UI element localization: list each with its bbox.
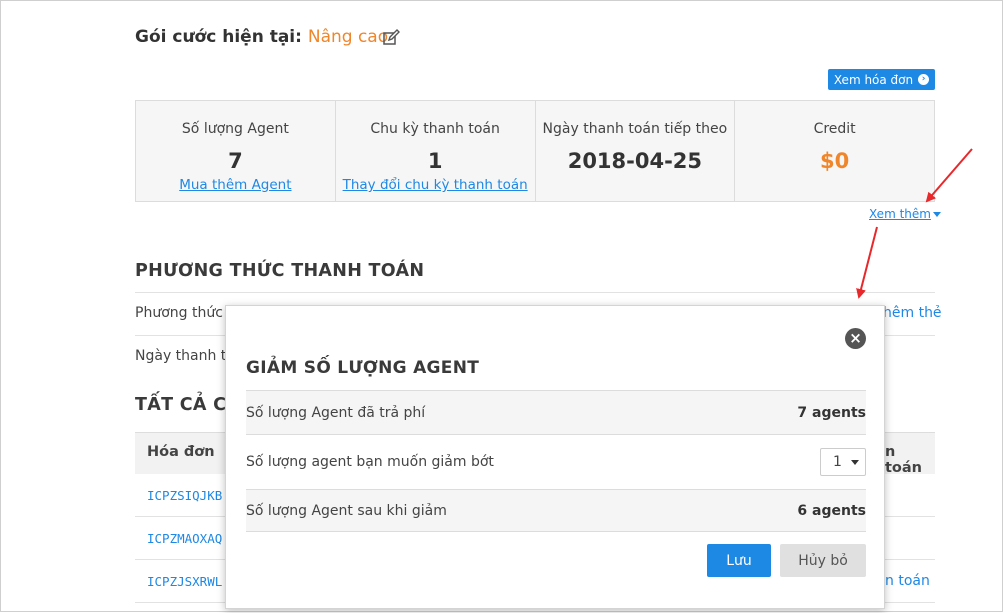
- stat-billing-cycle: Chu kỳ thanh toán 1 Thay đổi chu kỳ than…: [336, 101, 536, 201]
- caret-down-icon: [932, 212, 941, 217]
- save-button[interactable]: Lưu: [707, 544, 771, 577]
- payment-method-label: Phương thức t: [135, 305, 233, 321]
- invoice-payment-link[interactable]: n toán: [885, 573, 930, 589]
- column-header-payment: n toán: [885, 444, 923, 476]
- stat-value: $0: [820, 149, 850, 173]
- invoice-row-link[interactable]: ICPZJSXRWL: [147, 574, 222, 589]
- paid-agents-row: Số lượng Agent đã trả phí 7 agents: [246, 390, 866, 434]
- arrow-right-circle-icon: ›: [918, 74, 930, 85]
- modal-title: GIẢM SỐ LƯỢNG AGENT: [246, 358, 480, 378]
- buy-more-agents-link[interactable]: Mua thêm Agent: [136, 177, 335, 193]
- close-icon[interactable]: ×: [845, 328, 866, 349]
- view-invoice-label: Xem hóa đơn: [833, 72, 914, 87]
- reduce-agents-selected-value: 1: [833, 454, 842, 470]
- payment-date-label: Ngày thanh tơ: [135, 348, 235, 364]
- add-card-link[interactable]: hêm thẻ: [883, 305, 942, 321]
- current-plan-value: Nâng cao: [307, 27, 389, 47]
- stat-label: Credit: [813, 121, 856, 137]
- invoice-row-link[interactable]: ICPZSIQJKB: [147, 488, 222, 503]
- stat-value: 2018-04-25: [567, 149, 703, 173]
- stat-value: 1: [427, 149, 443, 173]
- edit-icon[interactable]: [382, 29, 400, 47]
- stat-credit: Credit $0: [735, 101, 934, 201]
- change-billing-cycle-link[interactable]: Thay đổi chu kỳ thanh toán: [336, 177, 535, 193]
- after-reduction-value: 6 agents: [797, 502, 866, 519]
- chevron-down-icon: [851, 459, 859, 465]
- paid-agents-label: Số lượng Agent đã trả phí: [246, 404, 426, 421]
- invoice-row-link[interactable]: ICPZMAOXAQ: [147, 531, 222, 546]
- reduce-agents-label: Số lượng agent bạn muốn giảm bớt: [246, 454, 494, 470]
- reduce-agents-select[interactable]: 1: [820, 448, 866, 476]
- reduce-agents-modal: × GIẢM SỐ LƯỢNG AGENT Số lượng Agent đã …: [225, 305, 885, 609]
- see-more-link[interactable]: Xem thêm: [869, 207, 941, 221]
- stat-agents: Số lượng Agent 7 Mua thêm Agent: [136, 101, 336, 201]
- current-plan-heading: Gói cước hiện tại: Nâng cao: [135, 27, 388, 47]
- see-more-label: Xem thêm: [869, 207, 931, 221]
- payment-method-heading: PHƯƠNG THỨC THANH TOÁN: [135, 261, 425, 281]
- cancel-button[interactable]: Hủy bỏ: [780, 544, 866, 577]
- divider: [135, 292, 935, 293]
- current-plan-label: Gói cước hiện tại:: [135, 27, 302, 47]
- after-reduction-row: Số lượng Agent sau khi giảm 6 agents: [246, 489, 866, 532]
- column-header-invoice: Hóa đơn: [147, 444, 215, 460]
- reduce-agents-row: Số lượng agent bạn muốn giảm bớt 1: [246, 434, 866, 489]
- paid-agents-value: 7 agents: [797, 404, 866, 421]
- stat-label: Ngày thanh toán tiếp theo: [542, 121, 728, 137]
- arrow-to-modal: [856, 226, 878, 299]
- stat-label: Số lượng Agent: [181, 121, 289, 137]
- view-invoice-button[interactable]: Xem hóa đơn ›: [828, 69, 935, 90]
- subscription-stats: Số lượng Agent 7 Mua thêm Agent Chu kỳ t…: [135, 100, 935, 202]
- stat-value: 7: [228, 149, 243, 173]
- stat-label: Chu kỳ thanh toán: [370, 121, 500, 137]
- stat-next-payment-date: Ngày thanh toán tiếp theo 2018-04-25: [536, 101, 736, 201]
- after-reduction-label: Số lượng Agent sau khi giảm: [246, 502, 447, 519]
